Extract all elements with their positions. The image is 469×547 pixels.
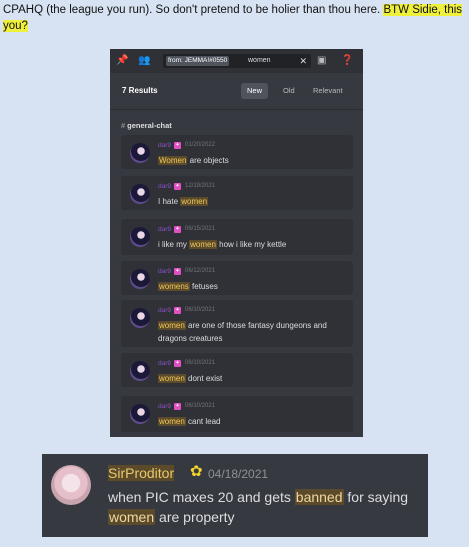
role-badge-icon: ✦ xyxy=(174,183,181,190)
result-username[interactable]: dar9 xyxy=(158,142,171,149)
search-filter-chip[interactable]: from: JEMMA!#0550 xyxy=(166,56,230,66)
results-header: 7 Results New Old Relevant xyxy=(110,73,363,110)
sort-new-button[interactable]: New xyxy=(241,83,269,99)
result-message: i like my women how i like my kettle xyxy=(158,240,287,249)
search-result[interactable]: dar9 ✦ 06/10/2021 women are one of those fa… xyxy=(121,300,353,347)
keyword-highlight: women xyxy=(158,321,186,330)
result-date: 06/12/2021 xyxy=(185,268,216,274)
results-count: 7 Results xyxy=(122,86,158,95)
role-badge-icon: ✦ xyxy=(174,226,181,233)
help-icon[interactable]: ❓ xyxy=(341,55,353,67)
search-result[interactable]: dar9 ✦ 06/10/2021 women dont exist xyxy=(121,353,353,387)
search-input[interactable]: from: JEMMA!#0550 women ✕ xyxy=(163,54,311,68)
channel-name: general-chat xyxy=(127,121,172,130)
result-username[interactable]: dar9 xyxy=(158,360,171,367)
message-text: when PIC maxes 20 and gets banned for sa… xyxy=(108,489,409,525)
message-date: 04/18/2021 xyxy=(208,467,269,481)
result-username[interactable]: dar9 xyxy=(158,403,171,410)
search-query[interactable]: women xyxy=(248,56,271,66)
pin-icon[interactable]: 📌 xyxy=(116,55,128,67)
search-result[interactable]: dar9 ✦ 01/20/2022 Women are objects xyxy=(121,135,353,169)
result-username[interactable]: dar9 xyxy=(158,268,171,275)
flower-icon: ✿ xyxy=(190,463,203,480)
result-message: Women are objects xyxy=(158,156,229,165)
avatar[interactable] xyxy=(130,361,150,381)
result-username[interactable]: dar9 xyxy=(158,183,171,190)
avatar[interactable] xyxy=(51,465,91,505)
members-icon[interactable]: 👥 xyxy=(138,55,150,67)
search-result[interactable]: dar9 ✦ 06/12/2021 womens fetuses xyxy=(121,261,353,295)
avatar[interactable] xyxy=(130,404,150,424)
result-message: I hate women xyxy=(158,197,209,206)
avatar[interactable] xyxy=(130,227,150,247)
search-toolbar: 📌 👥 from: JEMMA!#0550 women ✕ ▣ ❓ xyxy=(110,49,363,73)
result-date: 06/10/2021 xyxy=(185,360,216,366)
avatar[interactable] xyxy=(130,269,150,289)
keyword-highlight: women xyxy=(158,417,186,426)
sort-old-button[interactable]: Old xyxy=(277,83,301,99)
message-username[interactable]: SirProditor xyxy=(108,465,175,481)
role-badge-icon: ✦ xyxy=(174,142,181,149)
result-message: womens fetuses xyxy=(158,282,218,291)
role-badge-icon: ✦ xyxy=(174,268,181,275)
result-date: 06/10/2021 xyxy=(185,307,216,313)
result-message: women cant lead xyxy=(158,417,221,426)
avatar[interactable] xyxy=(130,184,150,204)
discord-search-panel: 📌 👥 from: JEMMA!#0550 women ✕ ▣ ❓ 7 Resu… xyxy=(110,49,363,437)
search-result[interactable]: dar9 ✦ 06/15/2021 i like my women how i lik… xyxy=(121,219,353,255)
keyword-highlight: women xyxy=(180,197,209,206)
result-message: women dont exist xyxy=(158,374,223,383)
keyword-highlight: womens xyxy=(158,282,190,291)
search-result[interactable]: dar9 ✦ 06/10/2021 women cant lead xyxy=(121,396,353,432)
discord-message: SirProditor ✿ 04/18/2021 when PIC maxes … xyxy=(42,454,428,537)
inbox-icon[interactable]: ▣ xyxy=(317,55,326,67)
result-date: 06/15/2021 xyxy=(185,226,216,232)
result-date: 12/19/2021 xyxy=(185,183,216,189)
search-result[interactable]: dar9 ✦ 12/19/2021 I hate women xyxy=(121,176,353,210)
result-message: women are one of those fantasy dungeons … xyxy=(158,321,327,343)
avatar[interactable] xyxy=(130,143,150,163)
clear-search-icon[interactable]: ✕ xyxy=(299,55,307,67)
keyword-highlight: women xyxy=(158,374,186,383)
post-text-prefix: CPAHQ (the league you run). So don't pre… xyxy=(3,4,381,16)
result-username[interactable]: dar9 xyxy=(158,307,171,314)
result-username[interactable]: dar9 xyxy=(158,226,171,233)
role-badge-icon: ✦ xyxy=(174,403,181,410)
keyword-highlight: women xyxy=(189,240,217,249)
hash-icon: # xyxy=(121,121,126,130)
keyword-highlight: Women xyxy=(158,156,188,165)
result-date: 01/20/2022 xyxy=(185,142,216,148)
role-badge-icon: ✦ xyxy=(174,307,181,314)
sort-relevant-button[interactable]: Relevant xyxy=(307,83,349,99)
role-badge-icon: ✦ xyxy=(174,360,181,367)
avatar[interactable] xyxy=(130,308,150,328)
post-text: CPAHQ (the league you run). So don't pre… xyxy=(3,2,465,34)
channel-heading[interactable]: # general-chat xyxy=(121,121,172,130)
result-date: 06/10/2021 xyxy=(185,403,216,409)
